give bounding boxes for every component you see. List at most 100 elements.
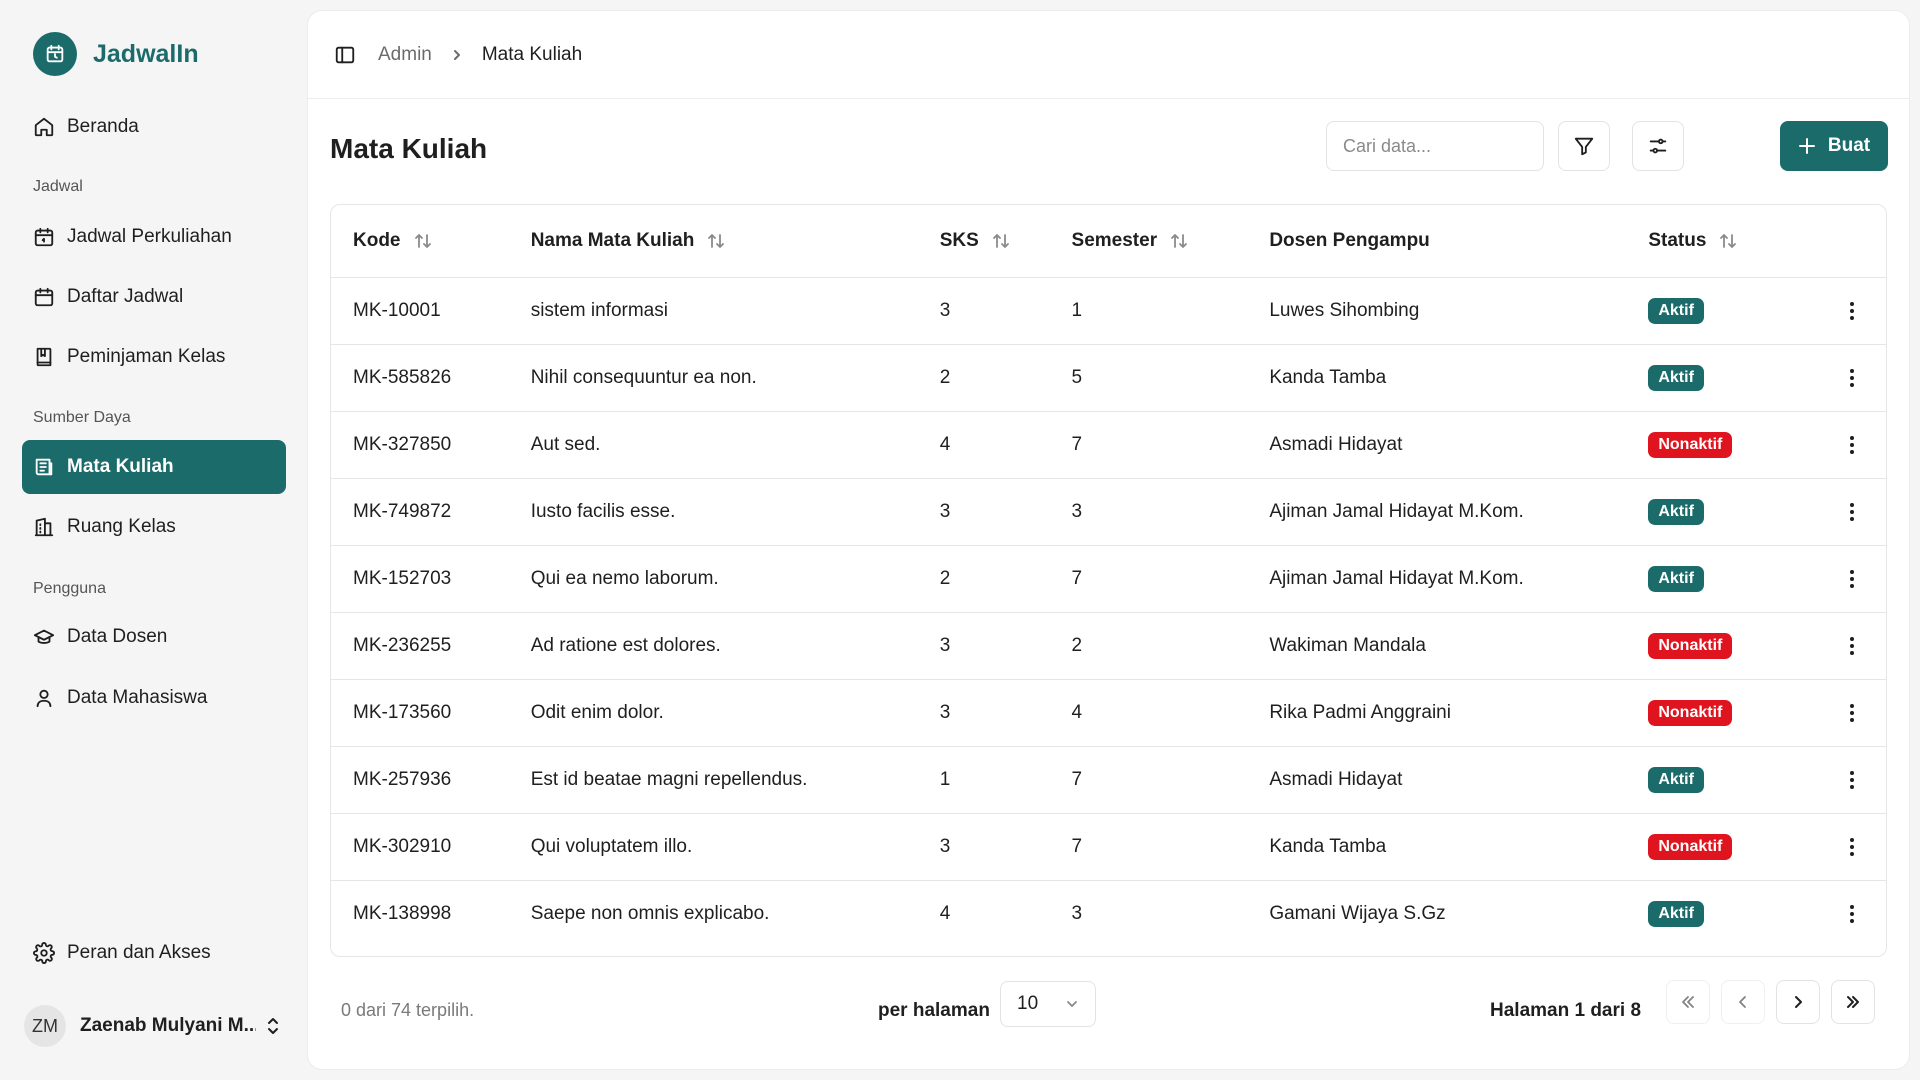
sidebar-item-label: Daftar Jadwal bbox=[67, 286, 184, 307]
table-row[interactable]: MK-10001 sistem informasi 3 1 Luwes Sihombin… bbox=[331, 277, 1886, 344]
table-row[interactable]: MK-749872 Iusto facilis esse. 3 3 Ajiman Jam… bbox=[331, 478, 1886, 545]
cell-kode: MK-327850 bbox=[353, 433, 452, 455]
sidebar-item-label: Peminjaman Kelas bbox=[67, 346, 226, 367]
view-options-button[interactable] bbox=[1632, 121, 1684, 171]
cell-dosen: Rika Padmi Anggraini bbox=[1269, 701, 1451, 723]
section-label-pengguna: Pengguna bbox=[33, 580, 106, 597]
cell-sks: 2 bbox=[939, 567, 951, 589]
column-header-status[interactable]: Status bbox=[1626, 205, 1886, 277]
more-vertical-icon[interactable] bbox=[1840, 299, 1864, 323]
table-row[interactable]: MK-327850 Aut sed. 4 7 Asmadi Hidayat Nonakti… bbox=[331, 411, 1886, 478]
cell-sks: 3 bbox=[939, 299, 951, 321]
cell-dosen: Asmadi Hidayat bbox=[1269, 433, 1403, 455]
sidebar-item-peminjaman-kelas[interactable]: Peminjaman Kelas bbox=[22, 330, 286, 384]
table-row[interactable]: MK-236255 Ad ratione est dolores. 3 2 Wakima… bbox=[331, 612, 1886, 679]
sidebar-toggle-icon[interactable] bbox=[334, 44, 356, 66]
topbar: Admin Mata Kuliah bbox=[308, 11, 1909, 99]
cell-sks: 3 bbox=[939, 701, 951, 723]
calendar-logo-icon bbox=[33, 32, 77, 76]
gear-icon bbox=[33, 942, 55, 964]
course-table: Kode Nama Mata Kuliah SKS Semester Dosen… bbox=[330, 204, 1887, 957]
table-row[interactable]: MK-138998 Saepe non omnis explicabo. 4 3 Gam… bbox=[331, 880, 1886, 947]
graduation-cap-icon bbox=[33, 626, 55, 648]
table-row[interactable]: MK-152703 Qui ea nemo laborum. 2 7 Ajiman Ja… bbox=[331, 545, 1886, 612]
next-page-button[interactable] bbox=[1776, 980, 1820, 1024]
sidebar-item-daftar-jadwal[interactable]: Daftar Jadwal bbox=[22, 270, 286, 324]
sidebar-item-label: Beranda bbox=[67, 116, 139, 137]
calendar-list-icon bbox=[33, 286, 55, 308]
cell-semester: 5 bbox=[1071, 366, 1083, 388]
cell-kode: MK-173560 bbox=[353, 701, 452, 723]
cell-kode: MK-152703 bbox=[353, 567, 452, 589]
breadcrumb-admin[interactable]: Admin bbox=[378, 44, 432, 66]
cell-status: Aktif bbox=[1626, 277, 1886, 344]
first-page-button[interactable] bbox=[1666, 980, 1710, 1024]
filter-button[interactable] bbox=[1558, 121, 1610, 171]
sidebar-item-data-mahasiswa[interactable]: Data Mahasiswa bbox=[22, 671, 286, 725]
cell-nama: Qui ea nemo laborum. bbox=[530, 567, 719, 589]
sidebar-item-label: Mata Kuliah bbox=[67, 456, 174, 477]
status-badge: Aktif bbox=[1648, 364, 1704, 391]
table-row[interactable]: MK-173560 Odit enim dolor. 3 4 Rika Padmi An… bbox=[331, 679, 1886, 746]
previous-page-button[interactable] bbox=[1721, 980, 1765, 1024]
column-header-dosen: Dosen Pengampu bbox=[1269, 229, 1430, 251]
more-vertical-icon[interactable] bbox=[1840, 701, 1864, 725]
table-row[interactable]: MK-585826 Nihil consequuntur ea non. 2 5 Kan… bbox=[331, 344, 1886, 411]
sidebar-item-ruang-kelas[interactable]: Ruang Kelas bbox=[22, 500, 286, 554]
status-badge: Aktif bbox=[1648, 498, 1704, 525]
more-vertical-icon[interactable] bbox=[1840, 835, 1864, 859]
per-page-select[interactable]: 10 bbox=[1000, 981, 1096, 1027]
sidebar-item-peran-dan-akses[interactable]: Peran dan Akses bbox=[22, 926, 286, 980]
column-header-sks[interactable]: SKS bbox=[918, 205, 1050, 277]
per-page-label: per halaman bbox=[878, 1000, 990, 1021]
app-name: JadwalIn bbox=[93, 39, 199, 68]
table-row[interactable]: MK-302910 Qui voluptatem illo. 3 7 Kanda Tam… bbox=[331, 813, 1886, 880]
search-input[interactable] bbox=[1326, 121, 1544, 171]
cell-dosen: Kanda Tamba bbox=[1269, 366, 1387, 388]
more-vertical-icon[interactable] bbox=[1840, 768, 1864, 792]
more-vertical-icon[interactable] bbox=[1840, 902, 1864, 926]
avatar: ZM bbox=[24, 1005, 66, 1047]
cell-sks: 2 bbox=[939, 366, 951, 388]
cell-kode: MK-236255 bbox=[353, 634, 452, 656]
more-vertical-icon[interactable] bbox=[1840, 567, 1864, 591]
column-header-semester[interactable]: Semester bbox=[1050, 205, 1248, 277]
cell-nama: Aut sed. bbox=[530, 433, 601, 455]
cell-dosen: Ajiman Jamal Hidayat M.Kom. bbox=[1269, 500, 1524, 522]
cell-dosen: Ajiman Jamal Hidayat M.Kom. bbox=[1269, 567, 1524, 589]
cell-dosen: Kanda Tamba bbox=[1269, 835, 1387, 857]
more-vertical-icon[interactable] bbox=[1840, 433, 1864, 457]
cell-sks: 3 bbox=[939, 500, 951, 522]
cell-status: Aktif bbox=[1626, 545, 1886, 612]
user-menu[interactable]: ZM Zaenab Mulyani M... bbox=[22, 999, 286, 1053]
cell-kode: MK-302910 bbox=[353, 835, 452, 857]
status-badge: Nonaktif bbox=[1648, 833, 1733, 860]
cell-status: Aktif bbox=[1626, 478, 1886, 545]
sort-icon bbox=[991, 231, 1011, 251]
chevron-down-icon bbox=[1065, 997, 1079, 1011]
more-vertical-icon[interactable] bbox=[1840, 366, 1864, 390]
more-vertical-icon[interactable] bbox=[1840, 634, 1864, 658]
sidebar-item-beranda[interactable]: Beranda bbox=[22, 100, 286, 154]
sidebar-item-label: Data Dosen bbox=[67, 626, 168, 647]
status-badge: Aktif bbox=[1648, 900, 1704, 927]
selection-count: 0 dari 74 terpilih. bbox=[341, 1000, 475, 1020]
cell-nama: sistem informasi bbox=[530, 299, 668, 321]
cell-dosen: Wakiman Mandala bbox=[1269, 634, 1426, 656]
sidebar-item-label: Jadwal Perkuliahan bbox=[67, 226, 232, 247]
cell-kode: MK-749872 bbox=[353, 500, 452, 522]
status-badge: Nonaktif bbox=[1648, 699, 1733, 726]
create-button[interactable]: Buat bbox=[1780, 121, 1888, 171]
sidebar-item-mata-kuliah[interactable]: Mata Kuliah bbox=[22, 440, 286, 494]
last-page-button[interactable] bbox=[1831, 980, 1875, 1024]
column-header-nama[interactable]: Nama Mata Kuliah bbox=[509, 205, 918, 277]
brand[interactable]: JadwalIn bbox=[33, 32, 199, 76]
sidebar-item-data-dosen[interactable]: Data Dosen bbox=[22, 610, 286, 664]
cell-nama: Qui voluptatem illo. bbox=[530, 835, 693, 857]
sidebar-item-jadwal-perkuliahan[interactable]: Jadwal Perkuliahan bbox=[22, 210, 286, 264]
table-row[interactable]: MK-257936 Est id beatae magni repellendus… bbox=[331, 746, 1886, 813]
column-header-kode[interactable]: Kode bbox=[331, 205, 509, 277]
breadcrumb: Admin Mata Kuliah bbox=[378, 44, 582, 66]
cell-status: Aktif bbox=[1626, 746, 1886, 813]
more-vertical-icon[interactable] bbox=[1840, 500, 1864, 524]
